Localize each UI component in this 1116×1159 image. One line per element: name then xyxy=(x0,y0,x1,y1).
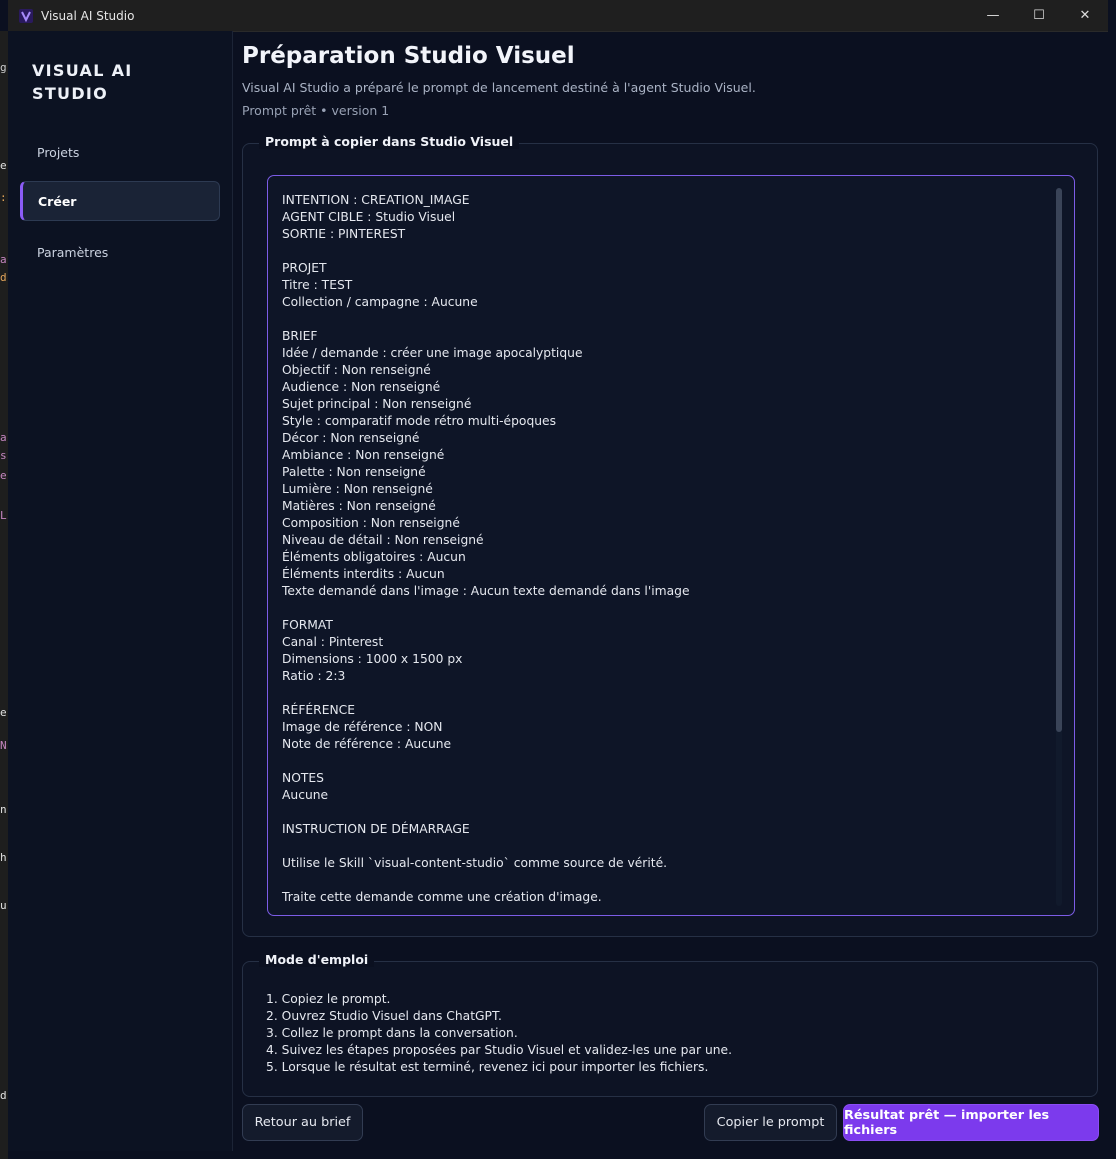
prompt-line: Sujet principal : Non renseigné xyxy=(282,397,472,411)
prompt-line xyxy=(282,838,1042,855)
instructions-group: Mode d'emploi 1. Copiez le prompt. 2. Ouv… xyxy=(242,952,1098,1097)
prompt-line: Image de référence : NON xyxy=(282,720,443,734)
prompt-textarea[interactable]: INTENTION : CREATION_IMAGE AGENT CIBLE : … xyxy=(267,175,1075,916)
prompt-line xyxy=(282,685,1042,702)
prompt-line: Note de référence : Aucune xyxy=(282,737,452,751)
prompt-line: Utilise le Skill `visual-content-studio`… xyxy=(282,856,668,870)
prompt-line: PROJET xyxy=(282,261,327,275)
prompt-line: Collection / campagne : Aucune xyxy=(282,295,478,309)
prompt-version: Prompt prêt • version 1 xyxy=(242,103,390,118)
sidebar-item-label: Créer xyxy=(38,193,77,209)
prompt-line: Canal : Pinterest xyxy=(282,635,384,649)
prompt-line: Dimensions : 1000 x 1500 px xyxy=(282,652,463,666)
instruction-step: 5. Lorsque le résultat est terminé, reve… xyxy=(266,1060,709,1074)
prompt-line: RÉFÉRENCE xyxy=(282,703,356,717)
prompt-line: Texte demandé dans l'image : Aucun texte… xyxy=(282,584,690,598)
instructions-list: 1. Copiez le prompt. 2. Ouvrez Studio Vis… xyxy=(266,991,732,1076)
maximize-icon: ☐ xyxy=(1033,8,1045,23)
prompt-line: Éléments interdits : Aucun xyxy=(282,567,445,581)
prompt-line: Traite cette demande comme une création … xyxy=(282,890,602,904)
maximize-button[interactable]: ☐ xyxy=(1016,0,1062,31)
sidebar-item-creer[interactable]: Créer xyxy=(20,181,220,221)
instruction-step: 1. Copiez le prompt. xyxy=(266,992,391,1006)
prompt-line: Ratio : 2:3 xyxy=(282,669,346,683)
close-icon: ✕ xyxy=(1079,8,1091,23)
prompt-line: Idée / demande : créer une image apocaly… xyxy=(282,346,583,360)
import-files-button[interactable]: Résultat prêt — importer les fichiers xyxy=(843,1104,1099,1141)
page-title: Préparation Studio Visuel xyxy=(242,43,575,69)
prompt-line: Ambiance : Non renseigné xyxy=(282,448,445,462)
prompt-line xyxy=(282,753,1042,770)
prompt-line: Éléments obligatoires : Aucun xyxy=(282,550,466,564)
close-button[interactable]: ✕ xyxy=(1062,0,1108,31)
prompt-line: NOTES xyxy=(282,771,324,785)
app-logo-icon xyxy=(19,8,33,23)
prompt-line: INSTRUCTION DE DÉMARRAGE xyxy=(282,822,470,836)
instruction-step: 2. Ouvrez Studio Visuel dans ChatGPT. xyxy=(266,1009,502,1023)
sidebar-item-parametres[interactable]: Paramètres xyxy=(20,232,220,272)
main-content: Préparation Studio Visuel Visual AI Stud… xyxy=(233,31,1108,1151)
back-to-brief-button[interactable]: Retour au brief xyxy=(242,1104,363,1141)
prompt-line: Titre : TEST xyxy=(282,278,353,292)
window-titlebar: Visual AI Studio — ☐ ✕ xyxy=(8,0,1108,32)
prompt-line: INTENTION : CREATION_IMAGE xyxy=(282,193,470,207)
prompt-scrollbar[interactable] xyxy=(1056,188,1062,906)
background-window-edge: g e : a d a s e L e N n h u d xyxy=(0,31,8,1159)
instruction-step: 3. Collez le prompt dans la conversation… xyxy=(266,1026,518,1040)
prompt-line: Composition : Non renseigné xyxy=(282,516,460,530)
prompt-line: FORMAT xyxy=(282,618,333,632)
prompt-line xyxy=(282,311,1042,328)
prompt-line: Niveau de détail : Non renseigné xyxy=(282,533,484,547)
instruction-step: 4. Suivez les étapes proposées par Studi… xyxy=(266,1043,733,1057)
prompt-line xyxy=(282,804,1042,821)
minimize-icon: — xyxy=(986,8,1000,23)
prompt-content: INTENTION : CREATION_IMAGE AGENT CIBLE : … xyxy=(282,192,1042,906)
prompt-line xyxy=(282,872,1042,889)
prompt-line: SORTIE : PINTEREST xyxy=(282,227,406,241)
prompt-group: Prompt à copier dans Studio Visuel INTEN… xyxy=(242,134,1098,937)
sidebar: VISUAL AI STUDIO Projets Créer Paramètre… xyxy=(8,31,233,1151)
instructions-group-label: Mode d'emploi xyxy=(259,952,375,967)
prompt-line: Objectif : Non renseigné xyxy=(282,363,431,377)
minimize-button[interactable]: — xyxy=(970,0,1016,31)
prompt-line: BRIEF xyxy=(282,329,318,343)
prompt-line: Lumière : Non renseigné xyxy=(282,482,433,496)
prompt-line: Audience : Non renseigné xyxy=(282,380,441,394)
prompt-line: Matières : Non renseigné xyxy=(282,499,436,513)
window-title: Visual AI Studio xyxy=(41,8,135,23)
prompt-scrollbar-thumb[interactable] xyxy=(1056,188,1062,732)
prompt-line: AGENT CIBLE : Studio Visuel xyxy=(282,210,456,224)
prompt-line xyxy=(282,600,1042,617)
copy-prompt-button[interactable]: Copier le prompt xyxy=(704,1104,837,1141)
prompt-line: Style : comparatif mode rétro multi-époq… xyxy=(282,414,557,428)
prompt-group-label: Prompt à copier dans Studio Visuel xyxy=(259,134,520,149)
page-subtitle: Visual AI Studio a préparé le prompt de … xyxy=(242,80,756,95)
sidebar-item-projets[interactable]: Projets xyxy=(20,132,220,172)
prompt-line: Palette : Non renseigné xyxy=(282,465,426,479)
prompt-line xyxy=(282,243,1042,260)
sidebar-item-label: Projets xyxy=(37,144,80,160)
sidebar-item-label: Paramètres xyxy=(37,244,109,260)
prompt-line: Décor : Non renseigné xyxy=(282,431,420,445)
app-brand: VISUAL AI STUDIO xyxy=(32,61,133,103)
prompt-line: Aucune xyxy=(282,788,329,802)
